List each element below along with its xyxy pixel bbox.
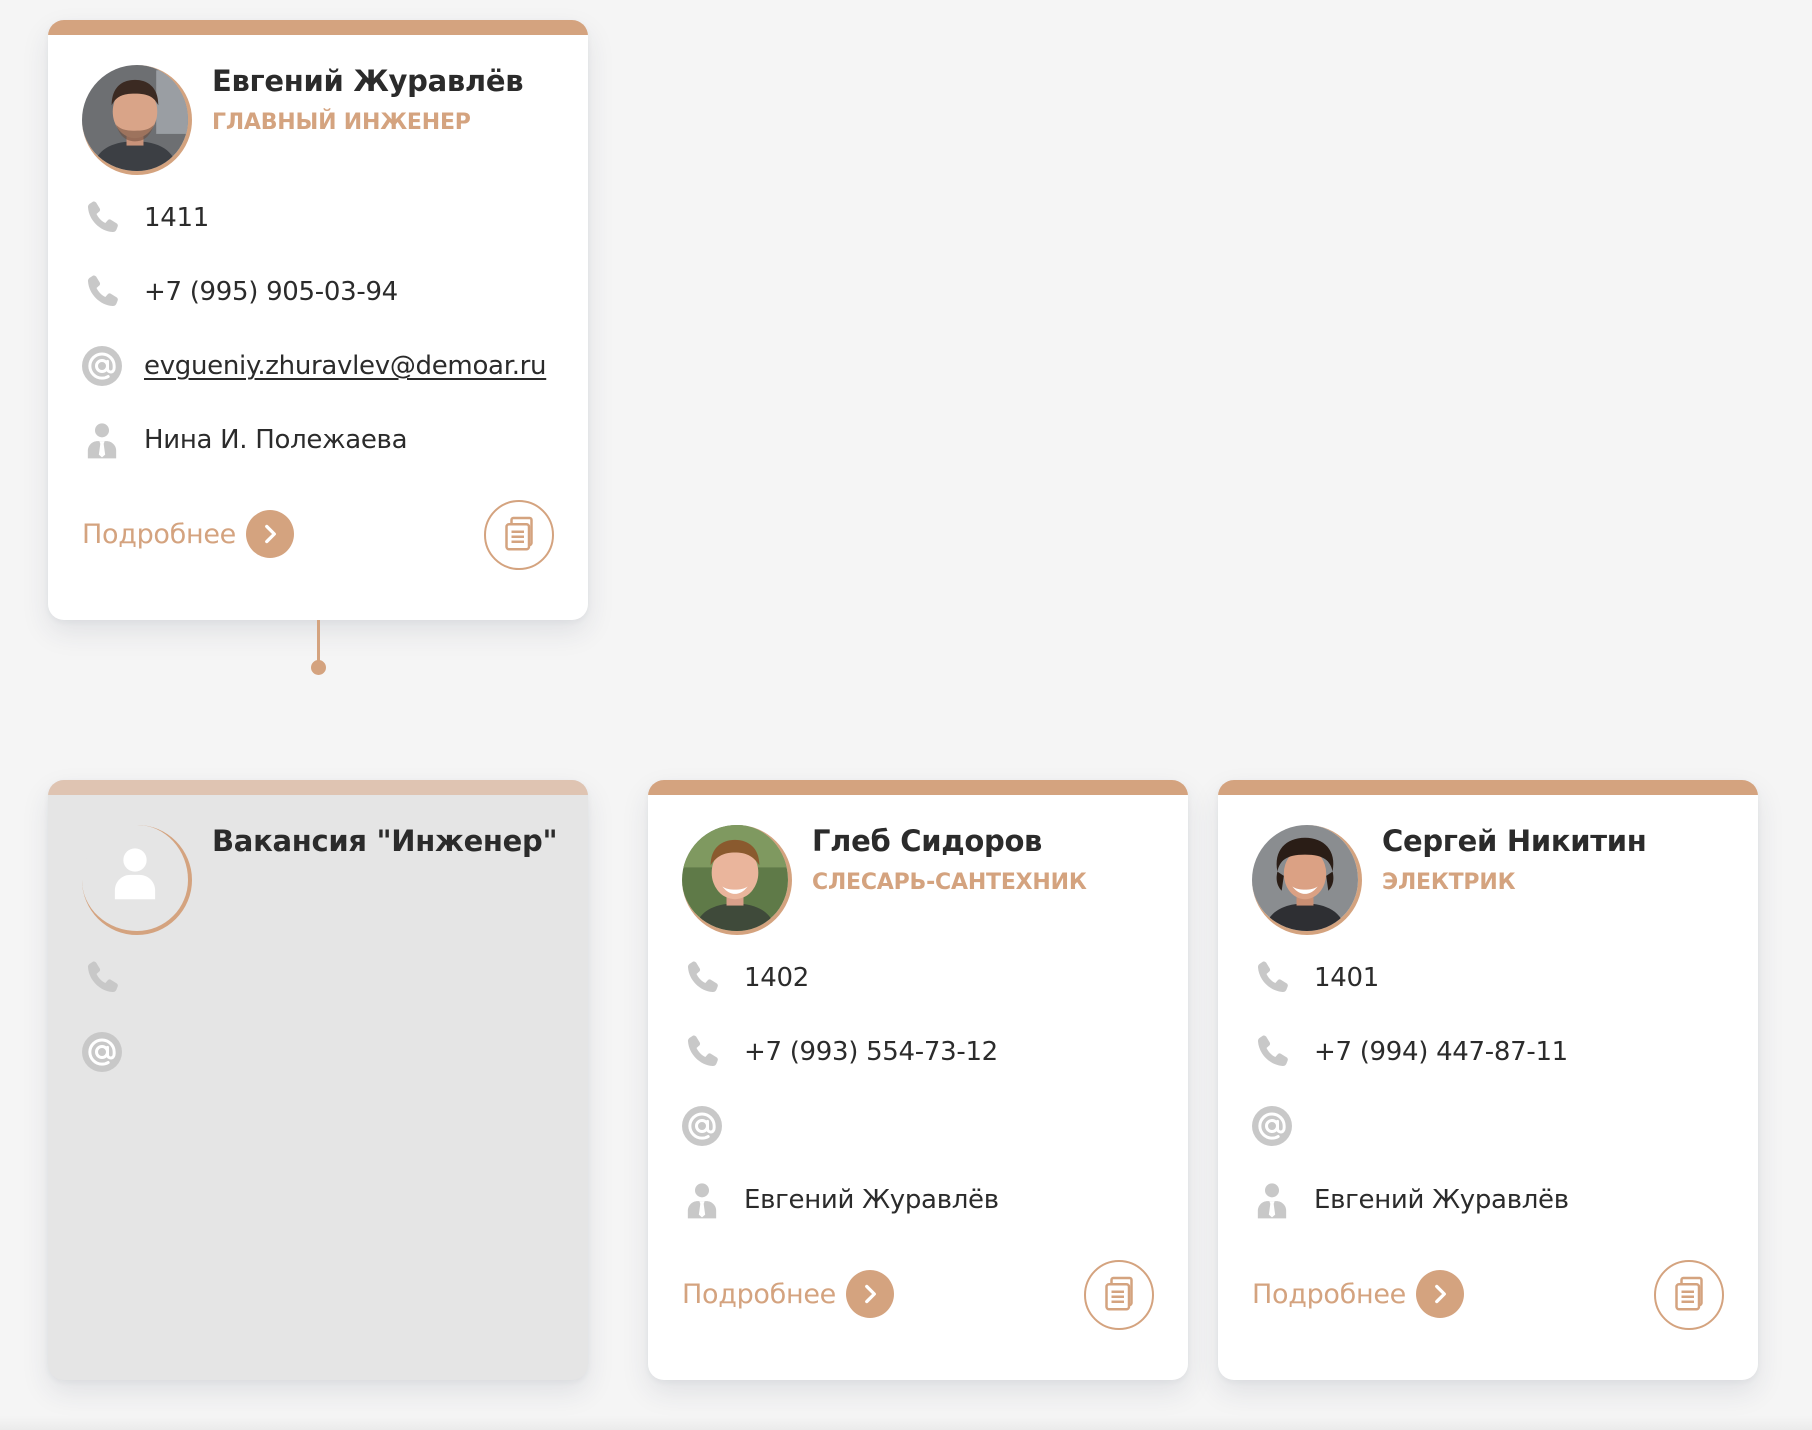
card-top-bar [648, 780, 1188, 795]
phone-icon [80, 196, 124, 240]
manager-name[interactable]: Евгений Журавлёв [744, 1185, 999, 1215]
person-icon [80, 418, 124, 462]
internal-phone-row: 1401 [1250, 956, 1379, 1000]
internal-phone-row: 1411 [80, 196, 209, 240]
vacancy-title[interactable]: Вакансия "Инженер" [212, 824, 558, 858]
card-top-bar [1218, 780, 1758, 795]
mobile-phone-value[interactable]: +7 (993) 554-73-12 [744, 1037, 998, 1067]
email-row: evgueniy.zhuravlev@demoar.ru [80, 344, 547, 388]
documents-button[interactable] [1084, 1260, 1154, 1330]
email-row [80, 1030, 124, 1074]
avatar-placeholder [82, 825, 192, 935]
mobile-phone-row: +7 (994) 447-87-11 [1250, 1030, 1568, 1074]
org-chart: Евгений Журавлёв Главный инженер 1411 +7… [0, 0, 1812, 1430]
person-icon [680, 1178, 724, 1222]
phone-icon [80, 270, 124, 314]
phone-icon [1250, 956, 1294, 1000]
avatar[interactable] [1252, 825, 1362, 935]
employee-card: Сергей Никитин Электрик 1401 +7 (994) 44… [1218, 780, 1758, 1380]
card-top-bar [48, 20, 588, 35]
phone-icon [680, 956, 724, 1000]
employee-card: Глеб Сидоров Слесарь-сантехник 1402 +7 (… [648, 780, 1188, 1380]
employee-name[interactable]: Сергей Никитин [1382, 824, 1647, 858]
manager-row: Евгений Журавлёв [1250, 1178, 1569, 1222]
employee-name[interactable]: Глеб Сидоров [812, 824, 1042, 858]
documents-icon [1099, 1273, 1139, 1317]
more-link[interactable]: Подробнее [82, 510, 294, 558]
internal-phone-row [80, 956, 124, 1000]
phone-icon [1250, 1030, 1294, 1074]
internal-phone-row: 1402 [680, 956, 809, 1000]
manager-name[interactable]: Евгений Журавлёв [1314, 1185, 1569, 1215]
avatar[interactable] [82, 65, 192, 175]
mobile-phone-value[interactable]: +7 (995) 905-03-94 [144, 277, 398, 307]
hierarchy-connector [317, 620, 320, 664]
documents-icon [1669, 1273, 1709, 1317]
manager-name[interactable]: Нина И. Полежаева [144, 425, 408, 455]
internal-phone-value: 1402 [744, 963, 809, 993]
phone-icon [80, 956, 124, 1000]
chevron-right-icon[interactable] [845, 1270, 894, 1318]
internal-phone-value: 1411 [144, 203, 209, 233]
employee-position: Слесарь-сантехник [812, 870, 1087, 895]
employee-card: Евгений Журавлёв Главный инженер 1411 +7… [48, 20, 588, 620]
mobile-phone-row: +7 (993) 554-73-12 [680, 1030, 998, 1074]
more-link[interactable]: Подробнее [682, 1270, 894, 1318]
employee-position: Электрик [1382, 870, 1516, 895]
mobile-phone-row: +7 (995) 905-03-94 [80, 270, 398, 314]
more-label[interactable]: Подробнее [82, 519, 236, 550]
avatar[interactable] [682, 825, 792, 935]
phone-icon [680, 1030, 724, 1074]
at-sign-icon [80, 1030, 124, 1074]
internal-phone-value: 1401 [1314, 963, 1379, 993]
employee-name[interactable]: Евгений Журавлёв [212, 64, 524, 98]
at-sign-icon [80, 344, 124, 388]
email-row [1250, 1104, 1294, 1148]
manager-row: Нина И. Полежаева [80, 418, 408, 462]
page-bottom-edge [0, 1416, 1812, 1430]
chevron-right-icon[interactable] [1415, 1270, 1464, 1318]
mobile-phone-value[interactable]: +7 (994) 447-87-11 [1314, 1037, 1568, 1067]
documents-button[interactable] [484, 500, 554, 570]
vacancy-card: Вакансия "Инженер" [48, 780, 588, 1380]
person-icon [1250, 1178, 1294, 1222]
more-label[interactable]: Подробнее [1252, 1279, 1406, 1310]
more-link[interactable]: Подробнее [1252, 1270, 1464, 1318]
documents-icon [499, 513, 539, 557]
email-link[interactable]: evgueniy.zhuravlev@demoar.ru [144, 351, 547, 381]
chevron-right-icon[interactable] [245, 510, 294, 558]
manager-row: Евгений Журавлёв [680, 1178, 999, 1222]
employee-position: Главный инженер [212, 110, 471, 135]
hierarchy-connector-dot [311, 660, 326, 675]
email-row [680, 1104, 724, 1148]
documents-button[interactable] [1654, 1260, 1724, 1330]
at-sign-icon [680, 1104, 724, 1148]
card-top-bar [48, 780, 588, 795]
at-sign-icon [1250, 1104, 1294, 1148]
more-label[interactable]: Подробнее [682, 1279, 836, 1310]
